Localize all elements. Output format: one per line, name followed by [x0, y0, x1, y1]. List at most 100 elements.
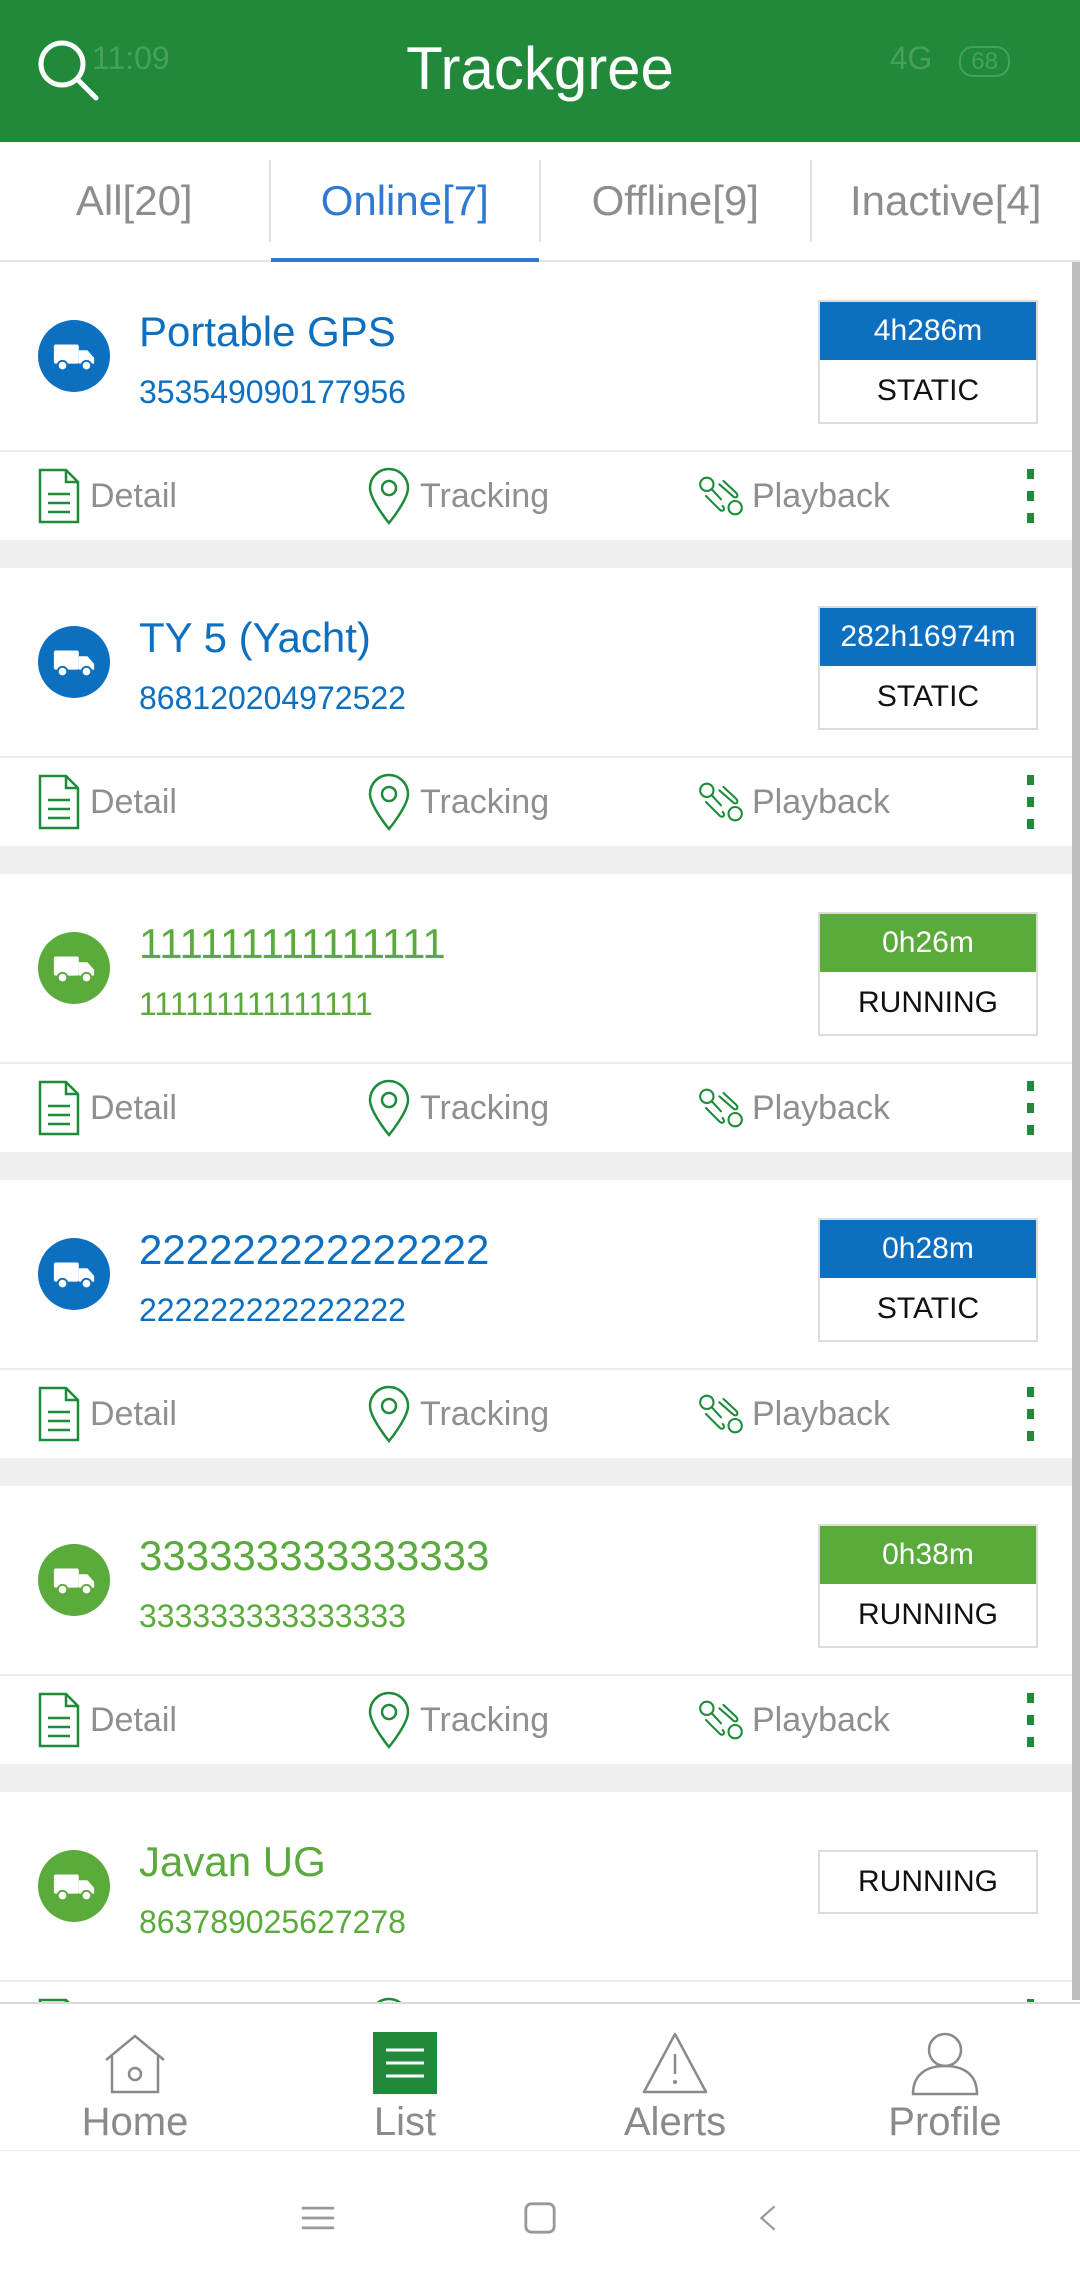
tracking-label: Tracking: [420, 1088, 550, 1127]
tracking-button[interactable]: Tracking: [364, 758, 549, 846]
duration-badge: 4h286m: [820, 302, 1036, 360]
device-actions: Detail Tracking Playback: [0, 1982, 1072, 2002]
home-icon: [105, 2034, 165, 2094]
device-card[interactable]: 222222222222222 222222222222222 0h28m STATI…: [0, 1180, 1072, 1458]
nav-list[interactable]: List: [270, 2004, 540, 2150]
tracking-button[interactable]: Tracking: [364, 1370, 549, 1458]
device-avatar: [38, 1544, 110, 1616]
device-card[interactable]: Portable GPS 353549090177956 4h286m STATIC D…: [0, 262, 1072, 540]
location-pin-icon: [368, 1385, 410, 1443]
device-actions: Detail Tracking Playback: [0, 1064, 1072, 1152]
device-info[interactable]: TY 5 (Yacht) 868120204972522 282h16974m STA…: [0, 568, 1072, 758]
device-card[interactable]: 111111111111111 111111111111111 0h26m RUNNI…: [0, 874, 1072, 1152]
more-options-button[interactable]: [1010, 1064, 1050, 1152]
list-scrollbar[interactable]: [1072, 262, 1080, 2000]
device-card[interactable]: Javan UG 863789025627278 RUNNING Detail Trac…: [0, 1792, 1072, 2002]
more-vertical-icon: [1026, 1387, 1034, 1441]
nav-alerts[interactable]: Alerts: [540, 2004, 810, 2150]
tracking-button[interactable]: Tracking: [364, 452, 549, 540]
device-actions: Detail Tracking Playback: [0, 1676, 1072, 1764]
nav-profile-label: Profile: [888, 2100, 1002, 2144]
more-options-button[interactable]: [1010, 1676, 1050, 1764]
status-badge: 0h38m RUNNING: [818, 1524, 1038, 1648]
detail-button[interactable]: Detail: [34, 1370, 177, 1458]
state-label: STATIC: [876, 1292, 980, 1325]
playback-label: Playback: [752, 476, 890, 515]
detail-button[interactable]: Detail: [34, 452, 177, 540]
device-actions: Detail Tracking Playback: [0, 758, 1072, 846]
device-name: Javan UG: [139, 1838, 326, 1885]
detail-button[interactable]: Detail: [34, 1064, 177, 1152]
device-name: 222222222222222: [139, 1226, 490, 1273]
location-pin-icon: [368, 1691, 410, 1749]
truck-icon: [53, 1568, 95, 1596]
status-badge: 0h26m RUNNING: [818, 912, 1038, 1036]
playback-button[interactable]: Playback: [696, 1064, 890, 1152]
detail-button[interactable]: Detail: [34, 758, 177, 846]
device-info[interactable]: Javan UG 863789025627278 RUNNING: [0, 1792, 1072, 1982]
device-name: 333333333333333: [139, 1532, 490, 1579]
device-list[interactable]: Portable GPS 353549090177956 4h286m STATIC D…: [0, 262, 1072, 2002]
tab-all[interactable]: All[20]: [0, 142, 269, 260]
nav-alerts-label: Alerts: [623, 2100, 727, 2144]
duration-badge: 0h26m: [820, 914, 1036, 972]
tracking-button[interactable]: Tracking: [364, 1064, 549, 1152]
playback-button[interactable]: Playback: [696, 758, 890, 846]
more-options-button[interactable]: [1010, 758, 1050, 846]
detail-label: Detail: [90, 1700, 177, 1739]
device-imei: 868120204972522: [139, 680, 406, 716]
device-imei: 353549090177956: [139, 374, 406, 410]
device-info[interactable]: 111111111111111 111111111111111 0h26m RUNNI…: [0, 874, 1072, 1064]
detail-button[interactable]: Detail: [34, 1982, 177, 2002]
device-card[interactable]: TY 5 (Yacht) 868120204972522 282h16974m STA…: [0, 568, 1072, 846]
nav-profile[interactable]: Profile: [810, 2004, 1080, 2150]
device-imei: 863789025627278: [139, 1904, 406, 1940]
route-icon: [699, 782, 743, 822]
device-card[interactable]: 333333333333333 333333333333333 0h38m RUNNI…: [0, 1486, 1072, 1764]
device-info[interactable]: Portable GPS 353549090177956 4h286m STATIC: [0, 262, 1072, 452]
playback-button[interactable]: Playback: [696, 452, 890, 540]
device-info[interactable]: 333333333333333 333333333333333 0h38m RUNNI…: [0, 1486, 1072, 1676]
device-name: 111111111111111: [139, 920, 446, 967]
home-system-button[interactable]: [510, 2191, 570, 2245]
recent-apps-button[interactable]: [288, 2191, 348, 2245]
detail-label: Detail: [90, 1088, 177, 1127]
playback-button[interactable]: Playback: [696, 1982, 890, 2002]
document-icon: [38, 468, 80, 524]
tab-online[interactable]: Online[7]: [270, 142, 540, 262]
app-header: 11:09 Trackgree 4G 68: [0, 0, 1080, 142]
back-icon: [759, 2205, 776, 2231]
state-label: STATIC: [876, 680, 980, 713]
playback-button[interactable]: Playback: [696, 1370, 890, 1458]
device-imei: 333333333333333: [139, 1598, 406, 1634]
location-pin-icon: [368, 1079, 410, 1137]
location-pin-icon: [368, 773, 410, 831]
status-badge: 4h286m STATIC: [818, 300, 1038, 424]
route-icon: [699, 1394, 743, 1434]
device-avatar: [38, 320, 110, 392]
document-icon: [38, 774, 80, 830]
battery-level: 68: [959, 46, 1010, 77]
system-nav-bar: [0, 2150, 1080, 2280]
more-options-button[interactable]: [1010, 452, 1050, 540]
device-actions: Detail Tracking Playback: [0, 1370, 1072, 1458]
list-icon: [373, 2032, 437, 2094]
tab-inactive[interactable]: Inactive[4]: [812, 142, 1080, 260]
tracking-button[interactable]: Tracking: [364, 1676, 549, 1764]
device-info[interactable]: 222222222222222 222222222222222 0h28m STATI…: [0, 1180, 1072, 1370]
document-icon: [38, 1080, 80, 1136]
detail-label: Detail: [90, 782, 177, 821]
tab-offline[interactable]: Offline[9]: [541, 142, 810, 260]
tracking-button[interactable]: Tracking: [364, 1982, 549, 2002]
more-options-button[interactable]: [1010, 1370, 1050, 1458]
playback-button[interactable]: Playback: [696, 1676, 890, 1764]
device-avatar: [38, 1850, 110, 1922]
nav-home[interactable]: Home: [0, 2004, 270, 2150]
document-icon: [38, 1386, 80, 1442]
bottom-nav: Home List Alerts Profile: [0, 2002, 1080, 2150]
route-icon: [699, 476, 743, 516]
detail-button[interactable]: Detail: [34, 1676, 177, 1764]
back-button[interactable]: [738, 2191, 798, 2245]
truck-icon: [53, 1874, 95, 1902]
more-options-button[interactable]: [1010, 1982, 1050, 2002]
